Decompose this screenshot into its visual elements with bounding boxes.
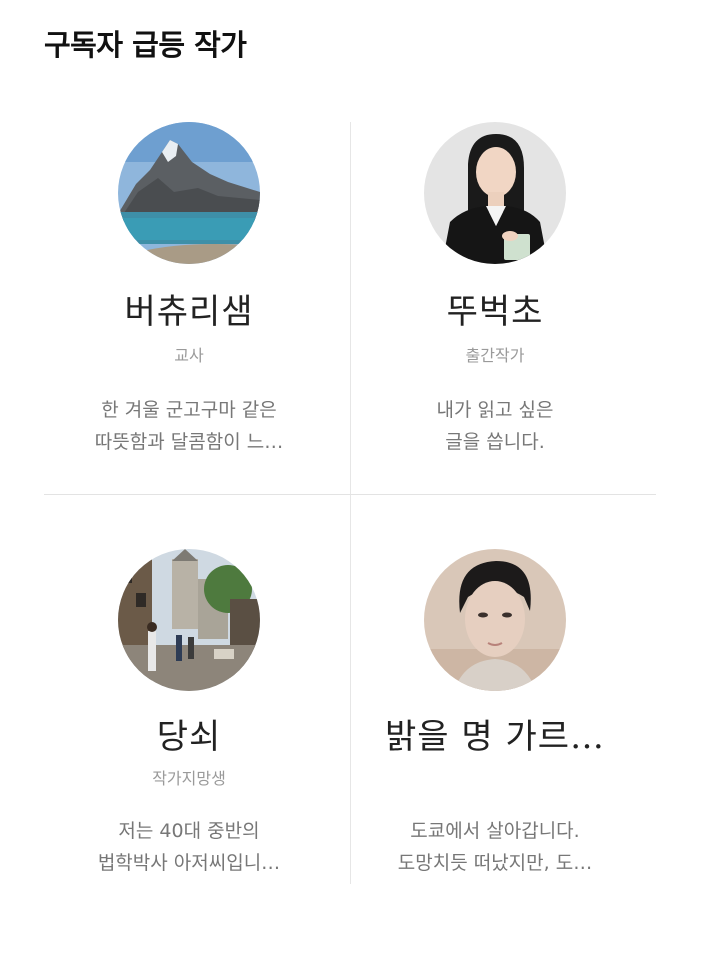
description-line: 내가 읽고 싶은 [436,399,554,421]
row-divider [44,494,656,495]
description-line: 도쿄에서 살아갑니다. [410,820,580,842]
author-description: 한 겨울 군고구마 같은 따뜻함과 달콤함이 느… [64,394,314,458]
author-card[interactable]: 버츄리샘 교사 한 겨울 군고구마 같은 따뜻함과 달콤함이 느… [44,122,350,494]
description-line: 저는 40대 중반의 [118,820,260,842]
avatar[interactable] [424,122,566,264]
author-name: 버츄리샘 [124,292,254,332]
author-role: 교사 [174,346,204,365]
author-card[interactable]: 밝을 명 가르… 도쿄에서 살아갑니다. 도망치듯 떠났지만, 도… [350,549,656,889]
woman-portrait-photo-icon [424,122,566,264]
author-grid: 버츄리샘 교사 한 겨울 군고구마 같은 따뜻함과 달콤함이 느… 뚜벅초 출간… [44,122,656,884]
man-portrait-photo-icon [424,549,566,691]
author-name: 당쇠 [156,717,222,757]
author-card[interactable]: 뚜벅초 출간작가 내가 읽고 싶은 글을 씁니다. [350,122,656,494]
author-description: 도쿄에서 살아갑니다. 도망치듯 떠났지만, 도… [370,815,620,879]
author-description: 내가 읽고 싶은 글을 씁니다. [370,394,620,458]
avatar[interactable] [118,549,260,691]
avatar[interactable] [118,122,260,264]
description-line: 한 겨울 군고구마 같은 [101,399,277,421]
author-name: 밝을 명 가르… [384,717,605,757]
description-line: 법학박사 아저씨입니… [97,852,281,874]
description-line: 따뜻함과 달콤함이 느… [94,431,284,453]
description-line: 도망치듯 떠났지만, 도… [397,852,593,874]
european-street-photo-icon [118,549,260,691]
author-role: 출간작가 [465,346,525,365]
avatar[interactable] [424,549,566,691]
author-role: 작가지망생 [152,769,226,788]
section-title: 구독자 급등 작가 [44,28,247,62]
description-line: 글을 씁니다. [445,431,545,453]
mountain-lake-photo-icon [118,122,260,264]
author-description: 저는 40대 중반의 법학박사 아저씨입니… [64,815,314,879]
author-name: 뚜벅초 [446,292,544,332]
author-card[interactable]: 당쇠 작가지망생 저는 40대 중반의 법학박사 아저씨입니… [44,549,350,889]
